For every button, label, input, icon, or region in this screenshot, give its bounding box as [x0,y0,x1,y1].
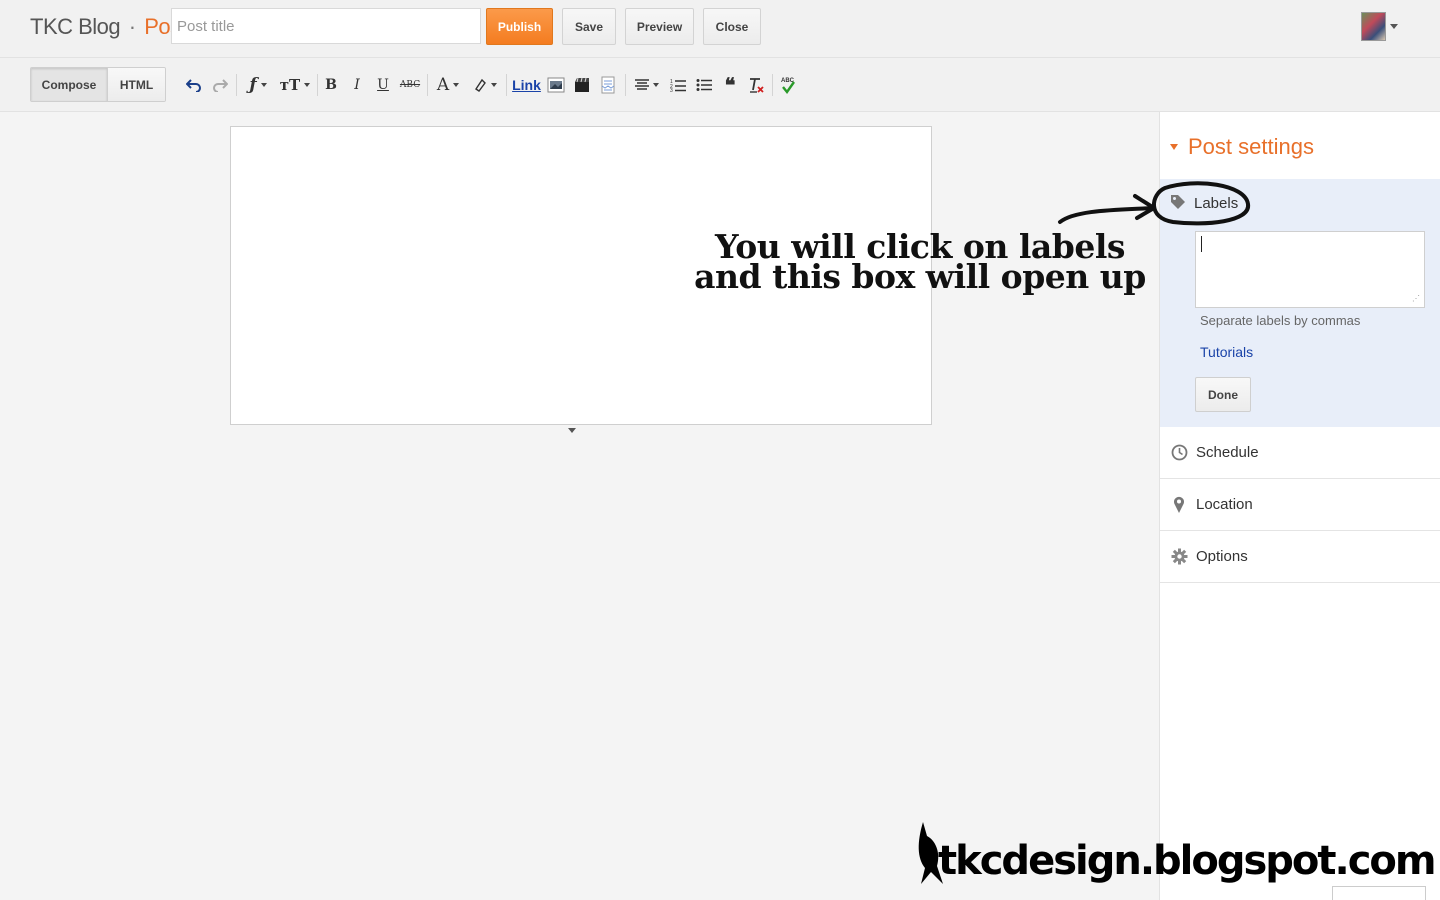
jump-break-icon[interactable] [599,74,617,96]
align-icon[interactable] [632,74,662,96]
text-color-icon[interactable]: A [433,74,463,96]
blog-breadcrumb: TKC Blog · Post [30,14,187,40]
post-settings-title: Post settings [1188,134,1314,159]
blog-name[interactable]: TKC Blog [30,14,121,39]
sidebar-item-location[interactable]: Location [1160,479,1440,531]
sidebar-item-label: Schedule [1196,444,1259,461]
text-cursor [1201,236,1202,252]
clear-formatting-icon[interactable] [747,74,765,96]
strikethrough-icon[interactable]: ABC [400,74,420,96]
resize-grip-icon[interactable]: ⋰ [1412,295,1420,303]
editor-toolbar: Compose HTML ƒ тT B I U ABC A Link 123 ❝ [0,58,1440,112]
bullet-list-icon[interactable] [695,74,713,96]
editor-mode-toggle: Compose HTML [30,67,166,102]
bold-icon[interactable]: B [324,74,338,96]
gear-icon [1170,548,1188,566]
font-size-icon[interactable]: тT [279,74,311,96]
save-button[interactable]: Save [562,8,616,45]
editor-resize-icon[interactable] [568,428,576,433]
account-menu-caret-icon[interactable] [1390,24,1398,29]
caret-down-icon [1170,144,1178,150]
svg-text:3: 3 [670,88,673,92]
toolbar-divider [236,74,237,96]
toolbar-divider [772,74,773,96]
scroll-widget[interactable] [1332,886,1426,900]
post-settings-sidebar: Post settings Labels ⋰ Separate labels b… [1159,112,1440,900]
annotation-arrow-icon [1058,181,1250,226]
underline-icon[interactable]: U [376,74,390,96]
publish-button[interactable]: Publish [486,8,553,45]
avatar[interactable] [1361,12,1386,41]
sidebar-item-schedule[interactable]: Schedule [1160,427,1440,479]
html-mode-button[interactable]: HTML [108,68,165,101]
toolbar-divider [317,74,318,96]
labels-input[interactable]: ⋰ [1195,231,1425,308]
toolbar-divider [506,74,507,96]
preview-button[interactable]: Preview [625,8,694,45]
sidebar-item-label: Options [1196,548,1248,565]
top-bar: TKC Blog · Post Publish Save Preview Clo… [0,0,1440,58]
labels-done-button[interactable]: Done [1195,377,1251,412]
labels-hint: Separate labels by commas [1200,313,1361,328]
post-title-input[interactable] [171,8,481,44]
image-icon[interactable] [546,74,566,96]
sidebar-item-label: Location [1196,496,1253,513]
clock-icon [1170,444,1188,462]
redo-icon[interactable] [211,74,229,96]
compose-mode-button[interactable]: Compose [31,68,108,101]
highlight-icon[interactable] [470,74,500,96]
link-button[interactable]: Link [512,74,541,96]
video-icon[interactable] [573,74,591,96]
watermark: tkcdesign.blogspot.com [938,838,1437,884]
breadcrumb-separator: · [128,14,136,39]
font-family-icon[interactable]: ƒ [243,74,273,96]
annotation-line-2: and this box will open up [694,257,1146,296]
location-pin-icon [1170,496,1188,514]
sidebar-item-options[interactable]: Options [1160,531,1440,583]
annotation-text: You will click on labels and this box wi… [660,230,1180,296]
label-suggestion-link[interactable]: Tutorials [1200,344,1253,360]
toolbar-divider [625,74,626,96]
quote-icon[interactable]: ❝ [721,74,739,97]
toolbar-divider [427,74,428,96]
italic-icon[interactable]: I [350,74,364,96]
close-button[interactable]: Close [703,8,761,45]
link-label: Link [512,77,541,93]
undo-icon[interactable] [185,74,203,96]
spellcheck-icon[interactable]: ABC [779,74,797,96]
numbered-list-icon[interactable]: 123 [669,74,687,96]
post-settings-header[interactable]: Post settings [1170,134,1314,160]
